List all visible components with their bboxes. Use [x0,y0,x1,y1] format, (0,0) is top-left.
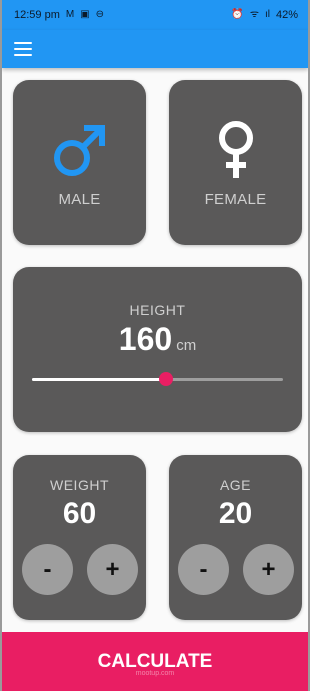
height-value: 160 [118,321,173,357]
status-time: 12:59 pm [14,9,60,21]
height-unit: cm [176,337,197,354]
female-label: FEMALE [204,191,267,208]
gmail-notification-icon: M [65,9,75,20]
weight-card: WEIGHT 60 - + [13,455,146,620]
wifi-icon: ᯤ [249,9,259,20]
do-not-disturb-icon: ⊖ [95,9,105,20]
battery-level: 42% [275,9,298,21]
age-increment-button[interactable]: + [243,544,294,595]
male-symbol-icon [13,120,146,180]
slider-thumb[interactable] [159,372,174,386]
hamburger-menu-icon[interactable] [14,42,32,56]
age-card: AGE 20 - + [169,455,302,620]
male-label: MALE [58,191,101,208]
status-bar: 12:59 pm M ▣ ⊖ ⏰ ᯤ ıl 42% [2,0,308,30]
watermark: mootup.com [135,670,175,677]
phone-screen: 12:59 pm M ▣ ⊖ ⏰ ᯤ ıl 42% MALE FEMALE HE… [0,0,310,691]
weight-decrement-button[interactable]: - [22,544,73,595]
age-value: 20 [218,497,253,530]
height-title: HEIGHT [129,302,186,318]
age-title: AGE [219,477,252,493]
female-symbol-icon [169,120,302,180]
calculate-button[interactable]: CALCULATE [2,632,308,691]
age-decrement-button[interactable]: - [178,544,229,595]
height-slider[interactable] [32,371,283,387]
signal-icon: ıl [264,9,270,20]
app-bar [2,30,308,68]
weight-increment-button[interactable]: + [87,544,138,595]
height-value-row: 160 cm [13,321,302,358]
status-right: ⏰ ᯤ ıl 42% [231,9,298,21]
status-left: 12:59 pm M ▣ ⊖ [14,9,104,21]
app-notification-icon: ▣ [80,9,90,20]
weight-title: WEIGHT [50,477,109,493]
weight-value: 60 [62,497,97,530]
female-card[interactable]: FEMALE [169,80,302,245]
alarm-icon: ⏰ [231,9,244,20]
male-card[interactable]: MALE [13,80,146,245]
slider-active-track [32,378,167,381]
height-card: HEIGHT 160 cm [13,267,302,432]
